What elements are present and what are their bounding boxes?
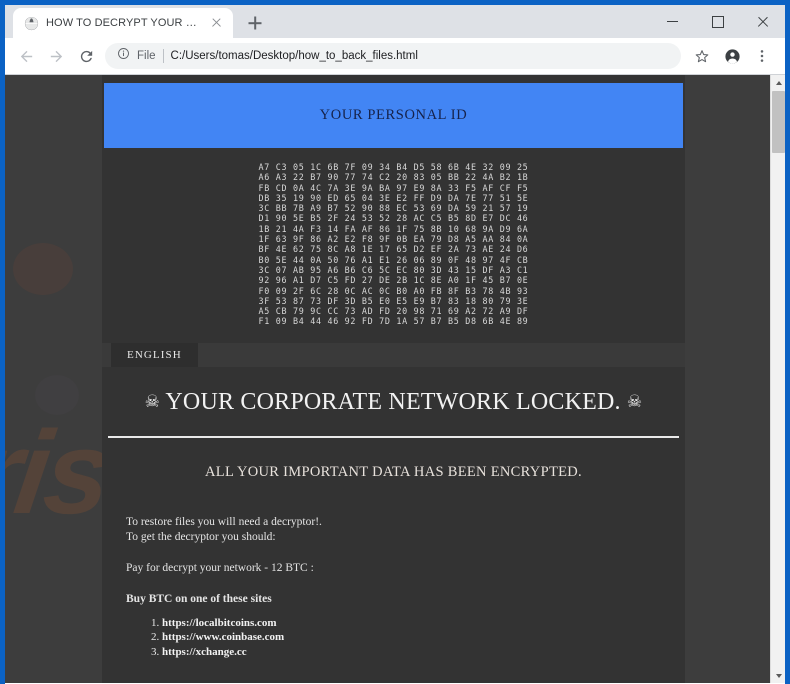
arrow-right-icon (48, 48, 65, 65)
scroll-down-button[interactable] (771, 668, 785, 683)
exchange-link[interactable]: https://xchange.cc (162, 646, 247, 658)
omnibox-divider (162, 49, 164, 63)
exchange-site-list: https://localbitcoins.com https://www.co… (102, 616, 685, 660)
account-icon (724, 48, 741, 65)
page-info-icon[interactable] (117, 47, 130, 65)
tab-strip: HOW TO DECRYPT YOUR FILES (5, 5, 785, 38)
back-button[interactable] (11, 41, 41, 71)
list-item[interactable]: https://xchange.cc (162, 645, 685, 660)
new-tab-button[interactable] (241, 9, 269, 37)
tab-title: HOW TO DECRYPT YOUR FILES (46, 17, 203, 29)
language-tab-bar: ENGLISH (102, 342, 685, 367)
close-window-button[interactable] (740, 5, 785, 38)
exchange-link[interactable]: https://localbitcoins.com (162, 617, 277, 629)
window-controls (650, 5, 785, 38)
skull-icon: ☠ (144, 391, 161, 411)
vertical-scrollbar[interactable] (770, 75, 785, 683)
ransom-note-container: YOUR PERSONAL ID A7 C3 05 1C 6B 7F 09 34… (102, 75, 685, 683)
list-item[interactable]: https://www.coinbase.com (162, 630, 685, 645)
arrow-left-icon (18, 48, 35, 65)
browser-tab[interactable]: HOW TO DECRYPT YOUR FILES (13, 8, 233, 38)
skull-icon: ☠ (626, 391, 643, 411)
ransom-note-body: ☠ YOUR CORPORATE NETWORK LOCKED. ☠ ALL Y… (102, 366, 685, 683)
encrypted-notice: ALL YOUR IMPORTANT DATA HAS BEEN ENCRYPT… (205, 463, 582, 480)
reload-icon (78, 48, 95, 65)
close-icon[interactable] (210, 16, 224, 30)
background-blob (35, 375, 79, 415)
personal-id-banner-label: YOUR PERSONAL ID (319, 107, 468, 123)
instruction-line: To get the decryptor you should: (126, 530, 276, 543)
instruction-line: To restore files you will need a decrypt… (126, 515, 322, 528)
price-line: Pay for decrypt your network - 12 BTC : (126, 561, 314, 574)
locked-heading-text: YOUR CORPORATE NETWORK LOCKED. (165, 388, 621, 415)
scroll-up-button[interactable] (771, 75, 785, 90)
background-blob (13, 243, 73, 295)
browser-toolbar: File C:/Users/tomas/Desktop/how_to_back_… (5, 38, 785, 75)
personal-id-hex-block: A7 C3 05 1C 6B 7F 09 34 B4 D5 58 6B 4E 3… (102, 148, 685, 343)
buy-btc-heading: Buy BTC on one of these sites (126, 592, 272, 605)
globe-icon (24, 16, 39, 31)
personal-id-banner: YOUR PERSONAL ID (104, 83, 683, 148)
personal-id-hex-text: A7 C3 05 1C 6B 7F 09 34 B4 D5 58 6B 4E 3… (258, 162, 529, 327)
page-body: risk.com YOUR PERSONAL ID A7 C3 05 1C 6B… (5, 75, 770, 683)
more-vertical-icon (754, 48, 770, 64)
chevron-up-icon (775, 80, 782, 85)
star-icon (694, 48, 710, 64)
language-tab-english[interactable]: ENGLISH (111, 342, 198, 367)
bookmark-button[interactable] (687, 41, 717, 71)
instructions-paragraph: To restore files you will need a decrypt… (102, 515, 685, 545)
bitcoin-address-heading: BITCOIN ADRESS FOR PAY: (102, 659, 685, 683)
page-viewport: risk.com YOUR PERSONAL ID A7 C3 05 1C 6B… (5, 75, 785, 683)
exchange-link[interactable]: https://www.coinbase.com (162, 631, 284, 643)
maximize-button[interactable] (695, 5, 740, 38)
browser-window-inner: HOW TO DECRYPT YOUR FILES File C:/Users/… (5, 5, 785, 684)
url-scheme-label: File (137, 50, 156, 62)
browser-menu-button[interactable] (747, 41, 777, 71)
url-text[interactable]: C:/Users/tomas/Desktop/how_to_back_files… (171, 50, 418, 62)
locked-heading: ☠ YOUR CORPORATE NETWORK LOCKED. ☠ (102, 367, 685, 436)
list-item[interactable]: https://localbitcoins.com (162, 616, 685, 631)
address-bar[interactable]: File C:/Users/tomas/Desktop/how_to_back_… (105, 43, 681, 69)
minimize-button[interactable] (650, 5, 695, 38)
reload-button[interactable] (71, 41, 101, 71)
chevron-down-icon (775, 673, 782, 678)
forward-button[interactable] (41, 41, 71, 71)
browser-window: HOW TO DECRYPT YOUR FILES File C:/Users/… (0, 0, 790, 684)
profile-button[interactable] (717, 41, 747, 71)
scrollbar-thumb[interactable] (772, 91, 785, 153)
